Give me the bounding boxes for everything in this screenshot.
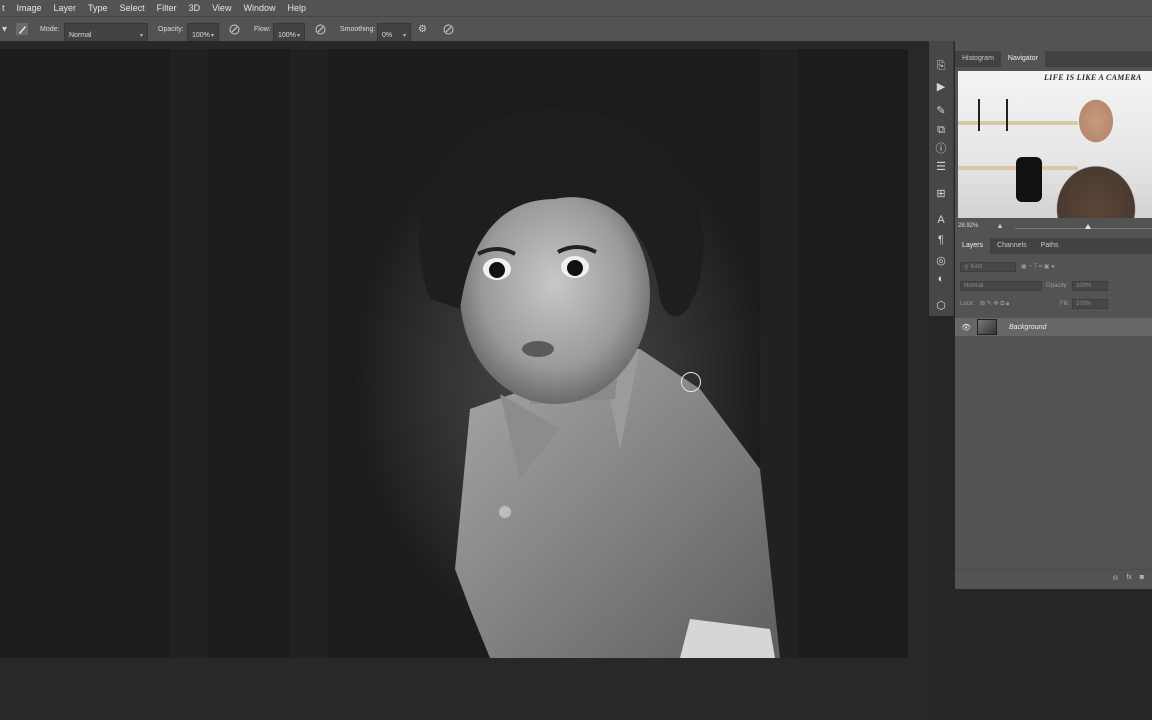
brush-preset-picker[interactable] xyxy=(16,17,28,41)
blend-mode-value: Normal xyxy=(964,283,984,289)
chevron-down-icon: ▾ xyxy=(210,32,214,39)
presenter xyxy=(1046,89,1146,218)
menu-bar: t Image Layer Type Select Filter 3D View… xyxy=(0,0,1152,16)
thumbnail-sign-text: LIFE IS LIKE A CAMERA xyxy=(1044,73,1142,82)
actions-play-icon[interactable]: ▶ xyxy=(934,79,948,93)
menu-item-truncated[interactable]: t xyxy=(0,0,11,16)
fill-input[interactable]: 100% xyxy=(1072,299,1108,309)
pressure-opacity-icon[interactable] xyxy=(229,17,240,41)
fx-icon[interactable]: fx xyxy=(1126,574,1131,581)
microphone xyxy=(1016,157,1042,202)
layer-row-background[interactable]: 👁︎ Background xyxy=(955,318,1152,336)
layer-lock-row: Lock: ⊠ ✎ ✥ ⧉ 🔒︎ Fill: 100% xyxy=(955,296,1152,312)
info-icon[interactable]: ⓘ xyxy=(934,141,948,155)
tripod xyxy=(1006,99,1008,131)
opacity-label: Opacity: xyxy=(158,25,184,33)
menu-item-image[interactable]: Image xyxy=(11,0,48,16)
chevron-down-icon: ▾ xyxy=(139,32,143,39)
search-icon: ⚲ xyxy=(964,264,969,271)
menu-item-3d[interactable]: 3D xyxy=(183,0,207,16)
filter-icons[interactable]: ▣ ◔ T ⌗ ▣ ● xyxy=(1021,263,1055,271)
tab-channels[interactable]: Channels xyxy=(990,238,1034,254)
tab-paths[interactable]: Paths xyxy=(1034,238,1066,254)
tab-histogram[interactable]: Histogram xyxy=(955,51,1001,67)
zoom-value[interactable]: 28.92% xyxy=(958,223,978,229)
eye-icon[interactable]: 👁︎ xyxy=(961,323,971,332)
layer-thumbnail xyxy=(977,319,997,335)
layers-tabs: Layers Channels Paths xyxy=(955,238,1152,254)
flow-value: 100% xyxy=(278,31,296,39)
link-icon[interactable]: ⊝ xyxy=(1112,574,1118,582)
mode-label: Mode: xyxy=(40,25,60,33)
flow-label: Flow: xyxy=(254,25,271,33)
pressure-size-icon[interactable] xyxy=(443,17,454,41)
panel-icon-strip: ⎘ ▶ ✎ ⧉ ⓘ ☰ ⊞ A ¶ ◎ ◐ ⬡ xyxy=(929,41,954,316)
brush-icon xyxy=(16,23,28,35)
tripod xyxy=(978,99,980,131)
zoom-slider-thumb[interactable] xyxy=(1085,224,1091,229)
menu-item-window[interactable]: Window xyxy=(237,0,281,16)
airbrush-icon[interactable] xyxy=(315,17,326,41)
menu-item-filter[interactable]: Filter xyxy=(151,0,183,16)
blend-mode-select[interactable]: Normal xyxy=(960,281,1042,291)
gear-icon[interactable]: ⚙ xyxy=(418,17,427,41)
navigator-tabs: Histogram Navigator xyxy=(955,51,1152,67)
layer-filter-select[interactable]: ⚲ Kind xyxy=(960,262,1016,272)
chevron-down-icon: ▾ xyxy=(402,32,406,39)
3d-cube-icon[interactable]: ⬡ xyxy=(934,298,948,312)
navigator-thumbnail[interactable]: LIFE IS LIKE A CAMERA xyxy=(958,71,1152,218)
menu-item-select[interactable]: Select xyxy=(114,0,151,16)
menu-item-layer[interactable]: Layer xyxy=(48,0,83,16)
menu-item-view[interactable]: View xyxy=(206,0,237,16)
zoom-out-icon[interactable]: ▴ xyxy=(998,221,1002,230)
mask-icon[interactable]: ◙ xyxy=(1140,574,1144,581)
clone-source-icon[interactable]: ⧉ xyxy=(934,123,948,137)
layer-opacity-input[interactable]: 100% xyxy=(1072,281,1108,291)
character-icon[interactable]: A xyxy=(934,213,948,227)
collapse-arrow-icon[interactable]: ▾ xyxy=(2,17,7,41)
fill-label: Fill: xyxy=(1060,301,1070,307)
navigator-zoom-row: 28.92% ▴ xyxy=(955,221,1152,235)
libraries-icon[interactable]: ◎ xyxy=(934,253,948,267)
properties-icon[interactable]: ⊞ xyxy=(934,186,948,200)
adjust-sliders-icon[interactable]: ☰ xyxy=(934,159,948,173)
opacity-value: 100% xyxy=(192,31,210,39)
tab-layers[interactable]: Layers xyxy=(955,238,991,254)
chevron-down-icon: ▾ xyxy=(296,32,300,39)
mode-value: Normal xyxy=(69,31,92,39)
tab-navigator[interactable]: Navigator xyxy=(1000,51,1045,67)
filter-kind-value: Kind xyxy=(970,264,983,270)
right-panel-dock: Histogram Navigator LIFE IS LIKE A CAMER… xyxy=(955,41,1152,589)
layer-blend-row: Normal Opacity: 100% xyxy=(955,278,1152,294)
layer-opacity-label: Opacity: xyxy=(1046,283,1069,289)
menu-item-type[interactable]: Type xyxy=(82,0,114,16)
options-bar: ▾ Mode: Normal ▾ Opacity: 100% ▾ Flow: 1… xyxy=(0,16,1152,47)
layer-name[interactable]: Background xyxy=(1009,324,1046,331)
brush-cursor xyxy=(681,372,701,392)
brush-settings-icon[interactable]: ✎ xyxy=(934,103,948,117)
layer-opacity-value: 100% xyxy=(1076,283,1092,289)
fill-value: 100% xyxy=(1076,301,1092,307)
smoothing-label: Smoothing: xyxy=(340,25,376,33)
lock-icons[interactable]: ⊠ ✎ ✥ ⧉ 🔒︎ xyxy=(980,300,1009,308)
menu-item-help[interactable]: Help xyxy=(281,0,312,16)
child-portrait-image xyxy=(419,108,780,658)
layers-footer: ⊝ fx ◙ xyxy=(955,569,1152,585)
layer-filter-row: ⚲ Kind ▣ ◔ T ⌗ ▣ ● xyxy=(955,259,1152,275)
document-canvas[interactable] xyxy=(0,49,908,658)
history-icon[interactable]: ⎘ xyxy=(934,59,948,73)
adjustments-icon[interactable]: ◐ xyxy=(934,272,948,286)
smoothing-value: 0% xyxy=(382,31,393,39)
lock-label: Lock: xyxy=(960,301,975,307)
zoom-slider-track[interactable] xyxy=(1015,228,1152,229)
paragraph-icon[interactable]: ¶ xyxy=(934,233,948,247)
